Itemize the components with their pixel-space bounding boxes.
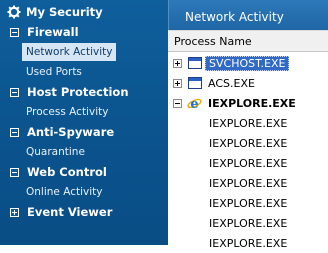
- process-row[interactable]: ACS.EXE: [168, 73, 328, 93]
- process-name: IEXPLORE.EXE: [209, 116, 288, 130]
- collapse-icon[interactable]: [173, 98, 182, 108]
- nav-host-protection-label: Host Protection: [27, 85, 129, 99]
- process-row[interactable]: SVCHOST.EXE: [168, 53, 328, 73]
- nav-event-viewer-label: Event Viewer: [27, 205, 113, 219]
- collapse-icon[interactable]: [10, 127, 19, 137]
- nav-firewall-label: Firewall: [27, 25, 79, 39]
- nav-anti-spyware[interactable]: Anti-Spyware: [0, 122, 114, 142]
- collapse-icon[interactable]: [10, 27, 19, 37]
- nav-quarantine[interactable]: Quarantine: [26, 142, 85, 162]
- nav-firewall[interactable]: Firewall: [0, 22, 79, 42]
- sidebar: My Security Firewall Network Activity Us…: [0, 0, 168, 245]
- internet-explorer-icon: e: [187, 97, 202, 111]
- process-list: SVCHOST.EXE ACS.EXE e IEXPLORE.EXE IEXPL…: [168, 53, 328, 250]
- nav-network-activity[interactable]: Network Activity: [22, 43, 117, 61]
- process-name: IEXPLORE.EXE: [209, 216, 288, 230]
- nav-anti-spyware-label: Anti-Spyware: [27, 125, 115, 139]
- process-name: IEXPLORE.EXE: [209, 236, 288, 250]
- process-row[interactable]: IEXPLORE.EXE: [168, 113, 328, 133]
- process-row[interactable]: IEXPLORE.EXE: [168, 173, 328, 193]
- expand-icon[interactable]: [173, 58, 182, 68]
- column-header-process-name[interactable]: Process Name: [168, 30, 328, 52]
- nav-process-activity[interactable]: Process Activity: [26, 102, 108, 122]
- nav-web-control-label: Web Control: [27, 165, 107, 179]
- process-row[interactable]: IEXPLORE.EXE: [168, 213, 328, 233]
- process-row[interactable]: IEXPLORE.EXE: [168, 153, 328, 173]
- process-name: IEXPLORE.EXE: [209, 136, 288, 150]
- svg-text:e: e: [190, 97, 198, 111]
- expand-icon[interactable]: [173, 78, 182, 88]
- nav-event-viewer[interactable]: Event Viewer: [0, 202, 112, 222]
- process-row[interactable]: IEXPLORE.EXE: [168, 133, 328, 153]
- process-name: ACS.EXE: [208, 76, 255, 90]
- process-name: IEXPLORE.EXE: [208, 96, 296, 110]
- process-name: SVCHOST.EXE: [205, 55, 290, 71]
- nav-my-security-label: My Security: [26, 5, 103, 19]
- process-row[interactable]: IEXPLORE.EXE: [168, 233, 328, 253]
- collapse-icon[interactable]: [10, 87, 19, 97]
- nav-used-ports[interactable]: Used Ports: [26, 62, 82, 82]
- nav-host-protection[interactable]: Host Protection: [0, 82, 129, 102]
- window-app-icon: [188, 77, 202, 89]
- expand-icon[interactable]: [10, 207, 19, 217]
- panel-title: Network Activity: [168, 0, 328, 30]
- process-name: IEXPLORE.EXE: [209, 156, 288, 170]
- nav-web-control[interactable]: Web Control: [0, 162, 107, 182]
- process-row[interactable]: e IEXPLORE.EXE: [168, 93, 328, 113]
- process-name: IEXPLORE.EXE: [209, 196, 288, 210]
- window-app-icon: [188, 57, 202, 69]
- gear-icon: [7, 5, 21, 19]
- nav-my-security[interactable]: My Security: [0, 2, 103, 22]
- collapse-icon[interactable]: [10, 167, 19, 177]
- process-row[interactable]: IEXPLORE.EXE: [168, 193, 328, 213]
- nav-online-activity[interactable]: Online Activity: [26, 182, 102, 202]
- process-name: IEXPLORE.EXE: [209, 176, 288, 190]
